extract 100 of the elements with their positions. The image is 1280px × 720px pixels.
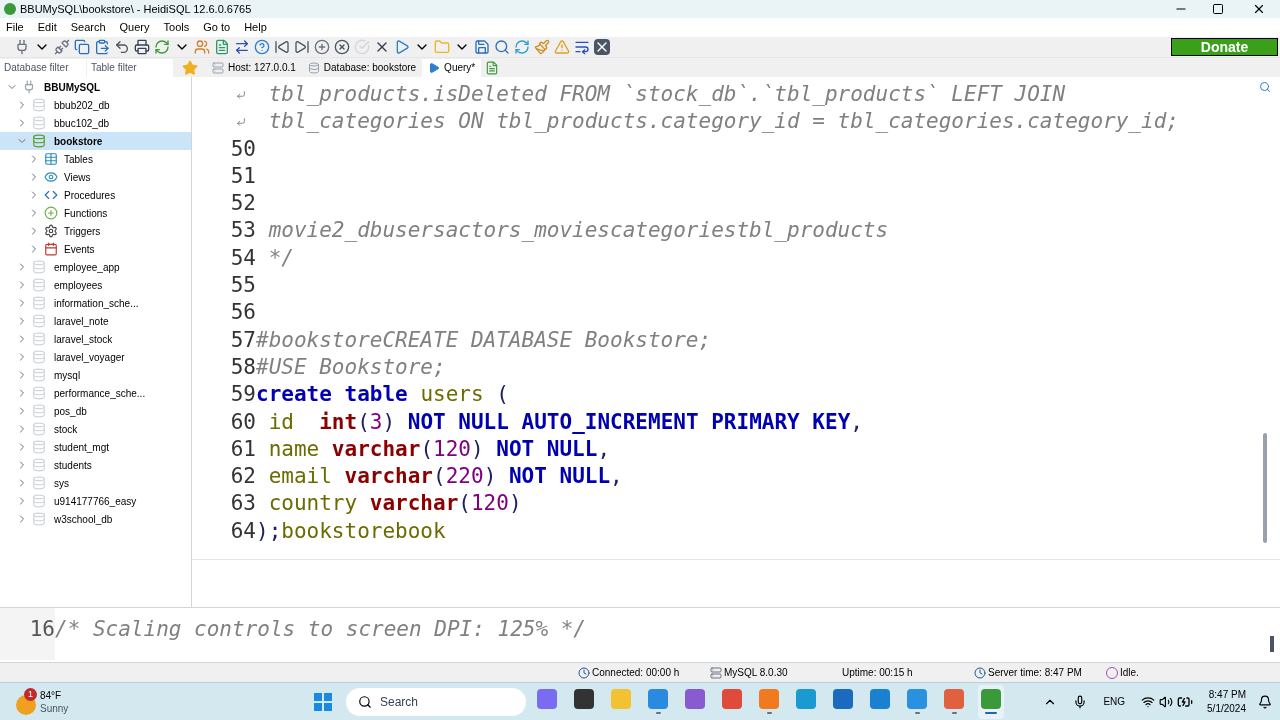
new-tab-icon[interactable] bbox=[485, 60, 500, 75]
play-icon bbox=[428, 61, 441, 74]
tree-item[interactable]: Tables bbox=[0, 150, 191, 168]
menu-item[interactable]: Query bbox=[119, 19, 150, 36]
plug-icon[interactable] bbox=[14, 39, 30, 55]
last-icon[interactable] bbox=[294, 39, 310, 55]
unplug-icon[interactable] bbox=[54, 39, 70, 55]
tree-item[interactable]: laravel_note bbox=[0, 312, 191, 330]
filter-field[interactable]: Database filter bbox=[0, 58, 86, 77]
database-icon bbox=[32, 278, 46, 292]
code-line: email varchar(220) NOT NULL, bbox=[267, 463, 623, 491]
microphone-icon[interactable] bbox=[1073, 694, 1088, 709]
tree-item[interactable]: performance_sche... bbox=[0, 384, 191, 402]
tree-item[interactable]: bbuc102_db bbox=[0, 114, 191, 132]
tree-item[interactable]: laravel_voyager bbox=[0, 348, 191, 366]
bell-icon[interactable] bbox=[1258, 694, 1272, 709]
save-icon[interactable] bbox=[474, 39, 490, 55]
wrap-icon[interactable] bbox=[574, 39, 590, 55]
filter-field[interactable]: Table filter bbox=[87, 58, 173, 77]
line-number: 63 bbox=[230, 490, 256, 518]
tree-item[interactable]: student_mgt bbox=[0, 438, 191, 456]
calendar-icon bbox=[44, 242, 58, 256]
tree-item[interactable]: Events bbox=[0, 240, 191, 258]
menu-item[interactable]: Search bbox=[70, 19, 106, 36]
search-field[interactable]: Search bbox=[346, 687, 526, 716]
tree-item[interactable]: information_sche... bbox=[0, 294, 191, 312]
tree-item[interactable]: u914177766_easy bbox=[0, 492, 191, 510]
add-icon[interactable] bbox=[314, 39, 330, 55]
wifi-icon[interactable] bbox=[1141, 694, 1156, 709]
star-icon[interactable] bbox=[182, 59, 198, 76]
tree-item[interactable]: bbub202_db bbox=[0, 96, 191, 114]
clock-date[interactable]: 5/1/2024 bbox=[1207, 701, 1246, 716]
line-number: 55 bbox=[230, 272, 256, 300]
search-icon[interactable] bbox=[1259, 81, 1271, 93]
line-number: 57 bbox=[230, 326, 256, 354]
file-icon[interactable] bbox=[214, 39, 230, 55]
undo-icon[interactable] bbox=[114, 39, 130, 55]
tree-item[interactable]: employees bbox=[0, 276, 191, 294]
menu-item[interactable]: Edit bbox=[37, 19, 57, 36]
menu-item[interactable]: File bbox=[6, 19, 24, 36]
arrows-icon[interactable] bbox=[234, 39, 250, 55]
code-line: movie2_dbusersactors_moviescategoriestbl_products bbox=[267, 217, 889, 245]
line-number: 16 bbox=[0, 608, 55, 660]
code-icon bbox=[44, 188, 58, 202]
tree-item[interactable]: laravel_stock bbox=[0, 330, 191, 348]
tree-item[interactable]: w3school_db bbox=[0, 510, 191, 528]
tree-item[interactable]: students bbox=[0, 456, 191, 474]
line-number: 56 bbox=[230, 299, 256, 327]
function-icon bbox=[44, 206, 58, 220]
maximize-icon[interactable] bbox=[1212, 3, 1224, 15]
tree-item[interactable]: Triggers bbox=[0, 222, 191, 240]
tree-item[interactable]: employee_app bbox=[0, 258, 191, 276]
database-icon bbox=[32, 440, 46, 454]
tab[interactable]: Query* bbox=[422, 58, 482, 77]
tree-item[interactable]: bookstore bbox=[0, 132, 191, 150]
line-number: 64 bbox=[230, 517, 256, 545]
search-icon[interactable] bbox=[494, 39, 510, 55]
start-icon[interactable] bbox=[314, 692, 332, 711]
close-icon[interactable] bbox=[594, 39, 610, 55]
tree-item[interactable]: stock bbox=[0, 420, 191, 438]
copy-icon[interactable] bbox=[74, 39, 90, 55]
weather-condition: Sunny bbox=[40, 701, 69, 715]
status-text: Idle. bbox=[1120, 666, 1139, 680]
play-icon[interactable] bbox=[394, 39, 410, 55]
database-icon bbox=[32, 332, 46, 346]
code-line: id int(3) NOT NULL AUTO_INCREMENT PRIMARY KEY, bbox=[267, 408, 863, 436]
delete-icon[interactable] bbox=[334, 39, 350, 55]
database-icon bbox=[32, 494, 46, 508]
taskbar-app[interactable] bbox=[978, 684, 1004, 719]
close-icon[interactable] bbox=[1252, 2, 1266, 16]
brush-icon[interactable] bbox=[534, 39, 550, 55]
tree-item[interactable]: Procedures bbox=[0, 186, 191, 204]
check-icon[interactable] bbox=[354, 39, 370, 55]
database-icon bbox=[307, 61, 320, 74]
language-indicator[interactable]: ENG bbox=[1103, 694, 1126, 709]
volume-icon[interactable] bbox=[1159, 694, 1174, 709]
server-icon bbox=[212, 61, 224, 74]
database-icon bbox=[32, 404, 46, 418]
help-icon[interactable] bbox=[254, 39, 270, 55]
database-icon bbox=[32, 368, 46, 382]
menu-item[interactable]: Go to bbox=[203, 19, 231, 36]
database-icon bbox=[32, 314, 46, 328]
menu-item[interactable]: Tools bbox=[163, 19, 190, 36]
tree-item[interactable]: sys bbox=[0, 474, 191, 492]
tree-item[interactable]: BBUMySQL bbox=[0, 78, 191, 96]
clock-time[interactable]: 8:47 PM bbox=[1208, 687, 1246, 702]
tree-item[interactable]: Functions bbox=[0, 204, 191, 222]
menu-item[interactable]: Help bbox=[244, 19, 267, 36]
clock-icon bbox=[578, 666, 590, 679]
tree-item[interactable]: mysql bbox=[0, 366, 191, 384]
line-number: 61 bbox=[230, 435, 256, 463]
tree-item[interactable]: Views bbox=[0, 168, 191, 186]
app-icon bbox=[4, 3, 16, 15]
first-icon[interactable] bbox=[274, 39, 290, 55]
line-number: 58 bbox=[230, 353, 256, 381]
status-text: Uptime: 00:15 h bbox=[842, 666, 913, 680]
printer-icon[interactable] bbox=[134, 39, 150, 55]
tree-item[interactable]: pos_db bbox=[0, 402, 191, 420]
server-icon bbox=[710, 666, 722, 679]
paste-icon[interactable] bbox=[94, 39, 110, 55]
